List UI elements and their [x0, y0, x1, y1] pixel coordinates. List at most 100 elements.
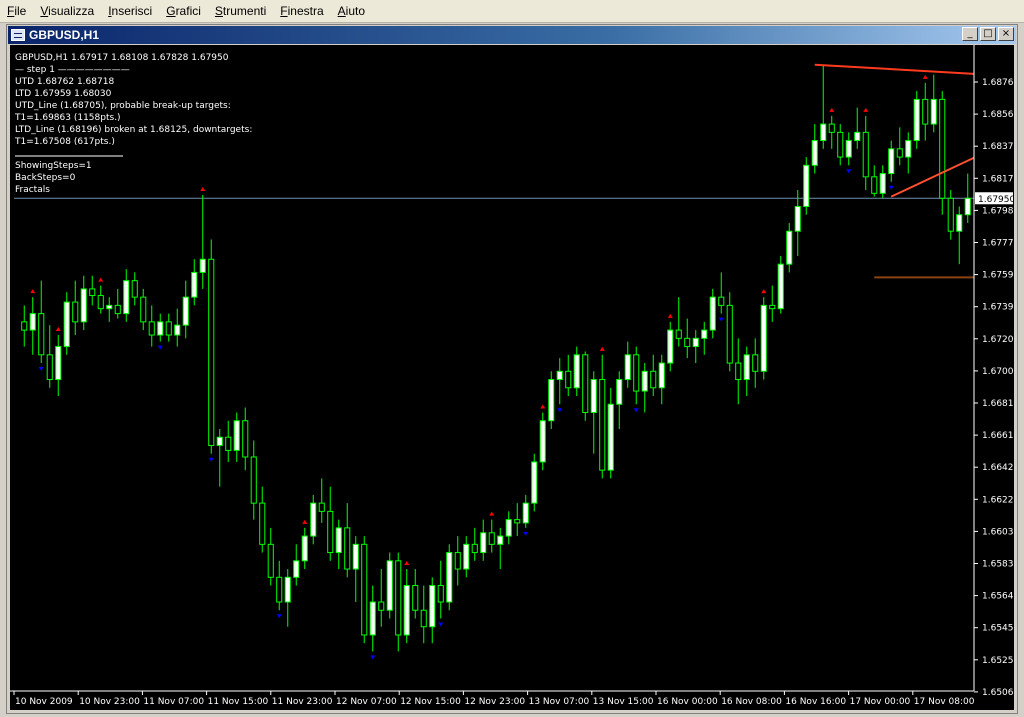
candle-body [828, 123, 835, 133]
candle-body [862, 131, 869, 178]
candle-body [658, 362, 665, 389]
time-label: 13 Nov 15:00 [593, 697, 654, 707]
candle-body [871, 176, 878, 194]
candle [633, 346, 640, 405]
candle [89, 275, 96, 306]
candle [378, 569, 385, 627]
candle-body [964, 197, 971, 216]
candle [369, 585, 376, 652]
candle-body [624, 354, 631, 381]
candle-body [361, 543, 368, 636]
candle-body [395, 560, 402, 636]
candle-body [854, 131, 861, 142]
time-label: 13 Nov 07:00 [529, 697, 590, 707]
candle-body [684, 337, 691, 348]
candle-body [454, 552, 461, 570]
candle-body [63, 301, 70, 348]
price-label: 1.65645 [982, 592, 1014, 602]
candle-body [769, 304, 776, 310]
candle [174, 308, 181, 347]
candle-body [539, 420, 546, 463]
fractal-down-marker [438, 622, 444, 627]
candle [624, 341, 631, 388]
minimize-button[interactable]: _ [962, 27, 978, 41]
candle [420, 585, 427, 644]
candle [837, 124, 844, 166]
price-label: 1.65060 [982, 688, 1014, 698]
candle-body [616, 379, 623, 405]
candle-body [471, 543, 478, 554]
candle [225, 420, 232, 462]
candle [913, 91, 920, 149]
menu-finestra[interactable]: Finestra [273, 1, 330, 21]
candle [718, 272, 725, 314]
close-button[interactable]: × [998, 27, 1014, 41]
menu-visualizza[interactable]: Visualizza [33, 1, 101, 21]
candle [488, 519, 495, 553]
candle [403, 569, 410, 644]
chart-window: GBPUSD,H1 _ □ × 1.687601.685651.683701.6… [6, 24, 1018, 714]
candle-body [55, 346, 62, 381]
candle-body [582, 354, 589, 413]
candle [233, 412, 240, 462]
candle-body [497, 535, 504, 545]
menu-aiuto[interactable]: Aiuto [331, 1, 372, 21]
chart-area[interactable]: 1.68760 1.68565 1.68370 1.68175 1.67980 1.677… [10, 45, 1014, 710]
menu-inserisci[interactable]: Inserisci [101, 1, 159, 21]
candle [548, 371, 555, 429]
maximize-button[interactable]: □ [980, 27, 996, 41]
candle-body [446, 552, 453, 603]
candle [658, 354, 665, 405]
candle-body [794, 206, 801, 232]
time-label: 11 Nov 07:00 [143, 697, 204, 707]
candle [97, 285, 104, 314]
candle [522, 494, 529, 528]
price-chart[interactable]: 1.68760 1.68565 1.68370 1.68175 1.67980 1.677… [10, 45, 1014, 710]
fractal-up-marker [667, 313, 673, 318]
menu-file[interactable]: File [0, 1, 33, 21]
candle-body [216, 436, 223, 446]
price-label: 1.68760 [982, 78, 1014, 88]
candle [769, 285, 776, 322]
candle [726, 292, 733, 372]
candle [565, 354, 572, 397]
fractal-up-marker [200, 186, 206, 191]
candle [463, 536, 470, 578]
candle [582, 351, 589, 421]
candle [854, 107, 861, 149]
candle-body [29, 313, 36, 331]
info-line: — step 1 ———————— [15, 65, 130, 75]
menu-strumenti[interactable]: Strumenti [208, 1, 273, 21]
candle-body [301, 535, 308, 562]
candle [667, 321, 674, 372]
fractal-up-marker [540, 404, 546, 409]
fractal-up-marker [98, 277, 104, 282]
candle-body [250, 456, 257, 504]
candle-body [837, 131, 844, 158]
candle-body [191, 271, 198, 298]
info-line: UTD_Line (1.68705), probable break-up ta… [15, 101, 231, 111]
candle-body [803, 164, 810, 207]
candle [701, 321, 708, 355]
candle-body [879, 173, 886, 194]
candle [692, 330, 699, 364]
price-label: 1.67200 [982, 335, 1014, 345]
menu-grafici[interactable]: Grafici [159, 1, 208, 21]
candle [318, 478, 325, 523]
candle-body [267, 543, 274, 578]
fractal-up-marker [761, 289, 767, 294]
time-label: 12 Nov 23:00 [464, 697, 525, 707]
fractal-up-marker [863, 107, 869, 112]
candle-body [114, 304, 121, 315]
candle [514, 503, 521, 537]
candle [820, 64, 827, 149]
candle-body [905, 140, 912, 158]
fractal-up-marker [922, 74, 928, 79]
chart-window-titlebar[interactable]: GBPUSD,H1 _ □ × [8, 26, 1016, 44]
candle-body [276, 576, 283, 603]
candle-body [208, 258, 215, 446]
candle-body [913, 98, 920, 142]
fractal-down-marker [523, 531, 529, 536]
candle [267, 527, 274, 586]
time-label: 12 Nov 15:00 [400, 697, 461, 707]
